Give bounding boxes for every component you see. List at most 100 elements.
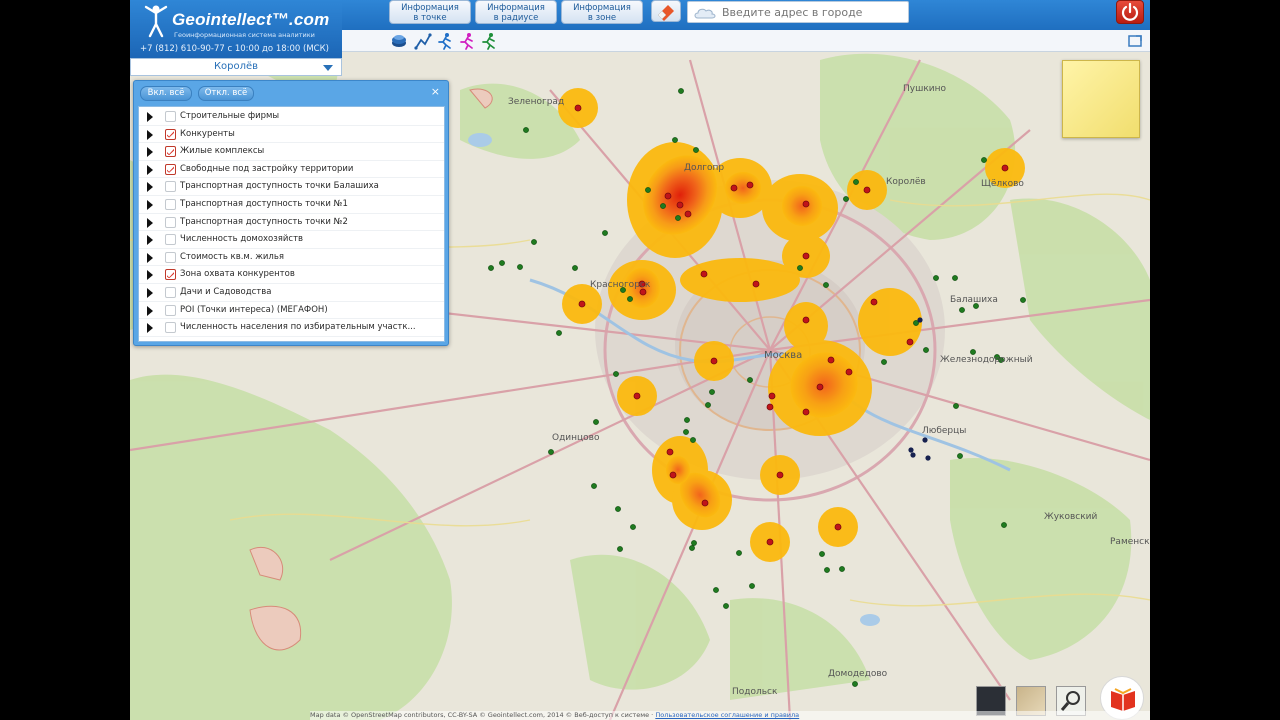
expand-arrow-icon[interactable] [147,164,153,175]
brand-tagline: Геоинформационная система аналитики [174,31,315,39]
map-label-odintsovo: Одинцово [552,433,600,443]
info-in-zone-line2: в зоне [587,13,617,23]
expand-arrow-icon[interactable] [147,323,153,334]
expand-arrow-icon[interactable] [147,305,153,316]
layer-checkbox[interactable] [165,287,176,298]
layers-stack-icon[interactable] [390,32,408,50]
layer-label: Строительные фирмы [180,111,280,121]
info-in-zone-line1: Информация [573,3,631,13]
brand-name: Geointellect™.com [172,10,330,29]
layer-label: Жилые комплексы [180,146,265,157]
map-label-dolgoprudny: Долгопр [684,163,724,173]
note-thumbnail[interactable] [1062,60,1140,138]
layer-checkbox[interactable] [165,199,176,210]
layer-label: Транспортная доступность точки №2 [180,216,348,227]
cloud-icon [694,8,716,19]
layer-row[interactable]: Транспортная доступность точки №2 [139,214,444,232]
layers-panel-header: Вкл. всё Откл. всё × [134,81,448,105]
address-search-input[interactable] [722,4,906,20]
layer-row[interactable]: Жилые комплексы [139,143,444,161]
expand-arrow-icon[interactable] [147,288,153,298]
expand-arrow-icon[interactable] [147,270,153,281]
layers-panel: Вкл. всё Откл. всё × Строительные фирмы К… [133,80,449,346]
eraser-icon [657,5,674,21]
runner-blue-icon[interactable] [436,32,454,50]
info-in-zone-button[interactable]: Информация в зоне [561,0,643,24]
address-search-box [687,1,909,23]
fullscreen-icon[interactable] [1126,32,1144,50]
layer-row[interactable]: Численность населения по избирательным у… [139,319,444,337]
info-at-point-line1: Информация [401,3,459,13]
attribution-text: Map data © OpenStreetMap contributors, C… [310,711,654,719]
map-label-zhukovsky: Жуковский [1044,512,1098,522]
map-label-domodedovo: Домодедово [828,669,888,679]
map-label-shchyolkovo: Щёлково [981,179,1024,189]
expand-arrow-icon[interactable] [147,217,153,228]
expand-arrow-icon[interactable] [147,200,153,210]
district-selected-value: Королёв [213,61,259,72]
support-phone: +7 (812) 610-90-77 с 10:00 до 18:00 (МСК… [140,44,329,54]
layer-checkbox[interactable] [165,128,176,140]
layer-list: Строительные фирмы Конкуренты Жилые компле… [138,106,445,342]
layer-row[interactable]: Численность домохозяйств [139,231,444,249]
layer-row[interactable]: Конкуренты [139,126,444,144]
expand-arrow-icon[interactable] [147,147,153,158]
logout-button[interactable] [1116,0,1144,24]
runner-green-icon[interactable] [480,32,498,50]
layer-checkbox[interactable] [165,111,176,122]
layer-checkbox[interactable] [165,181,176,193]
info-in-radius-line2: в радиусе [493,13,539,23]
chevron-down-icon [323,65,333,71]
layer-checkbox[interactable] [165,163,176,175]
layer-label: Стоимость кв.м. жилья [180,251,284,262]
layer-row[interactable]: Стоимость кв.м. жилья [139,249,444,267]
layer-label: POI (Точки интереса) (МЕГАФОН) [180,304,328,315]
info-in-radius-button[interactable]: Информация в радиусе [475,0,557,24]
eraser-button[interactable] [651,0,681,22]
logo-figure-icon [144,5,168,38]
layer-checkbox[interactable] [165,234,176,246]
layer-label: Зона охвата конкурентов [180,269,295,280]
expand-arrow-icon[interactable] [147,252,153,263]
layer-row[interactable]: POI (Точки интереса) (МЕГАФОН) [139,302,444,320]
map-label-moskva: Москва [764,350,802,361]
layer-row[interactable]: Строительные фирмы [139,108,444,126]
layer-checkbox[interactable] [165,304,176,316]
route-icon[interactable] [414,32,432,50]
expand-arrow-icon[interactable] [147,129,153,140]
disable-all-button[interactable]: Откл. всё [198,86,254,101]
layer-label: Конкуренты [180,128,235,139]
layer-label: Транспортная доступность точки Балашиха [180,181,379,192]
layer-checkbox[interactable] [165,251,176,263]
layer-row[interactable]: Зона охвата конкурентов [139,266,444,284]
info-in-radius-line1: Информация [487,3,545,13]
layer-checkbox[interactable] [165,322,176,334]
close-icon[interactable]: × [431,86,440,98]
layer-row[interactable]: Транспортная доступность точки Балашиха [139,178,444,196]
runner-magenta-icon[interactable] [458,32,476,50]
map-label-balashikha: Балашиха [950,295,998,305]
map-label-podolsk: Подольск [732,687,778,697]
info-at-point-line2: в точке [413,13,447,23]
layer-row[interactable]: Транспортная доступность точки №1 [139,196,444,214]
layer-label: Численность домохозяйств [180,234,304,245]
map-label-zelenograd: Зеленоград [508,97,564,107]
map-label-krasnogorsk: Красногорск [590,280,651,290]
map-label-lyubertsy: Люберцы [922,426,966,436]
map-attribution: Map data © OpenStreetMap contributors, C… [310,711,1150,720]
terms-link[interactable]: Пользовательское соглашение и правила [655,711,799,719]
expand-arrow-icon[interactable] [147,235,153,246]
enable-all-button[interactable]: Вкл. всё [140,86,192,101]
layer-label: Транспортная доступность точки №1 [180,199,348,209]
layer-row[interactable]: Свободные под застройку территории [139,161,444,179]
info-at-point-button[interactable]: Информация в точке [389,0,471,24]
layer-checkbox[interactable] [165,269,176,281]
expand-arrow-icon[interactable] [147,112,153,122]
map-label-ramenskoye: Раменское [1110,537,1150,547]
layer-row[interactable]: Дачи и Садоводства [139,284,444,302]
layer-checkbox[interactable] [165,146,176,158]
layer-checkbox[interactable] [165,216,176,228]
district-select[interactable]: Королёв [130,58,342,76]
expand-arrow-icon[interactable] [147,182,153,193]
map-label-pushkino: Пушкино [903,84,946,94]
